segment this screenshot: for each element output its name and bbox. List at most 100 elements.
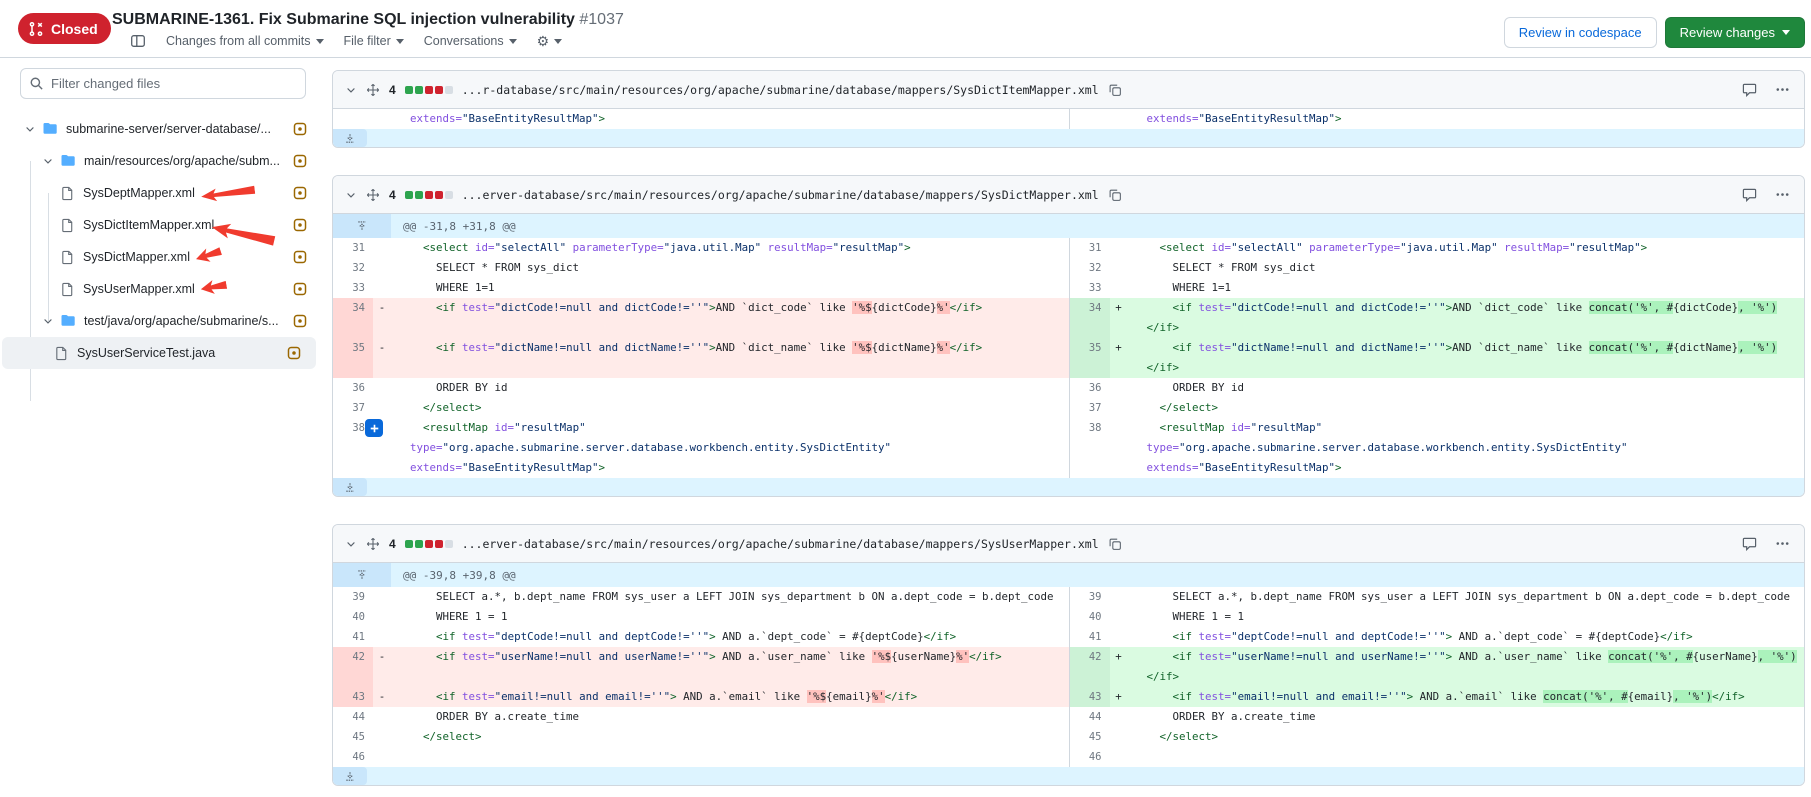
expand-down-button[interactable]	[333, 478, 367, 496]
expand-down-button[interactable]	[333, 767, 367, 785]
chevron-down-icon[interactable]	[42, 315, 54, 327]
line-number[interactable]: 33	[333, 278, 373, 298]
line-number[interactable]: 33	[1070, 278, 1110, 298]
line-number[interactable]: 39	[1070, 587, 1110, 607]
modified-file-icon	[293, 122, 307, 136]
file-filter-dropdown[interactable]: File filter	[344, 34, 404, 48]
line-number[interactable]: 45	[333, 727, 373, 747]
code-token: %'	[956, 650, 969, 663]
diff-row: 38 <resultMap id="resultMap" type="org.a…	[333, 418, 1804, 478]
diff-sign	[1110, 607, 1128, 627]
drag-handle-icon[interactable]	[366, 83, 380, 97]
collapse-file-chevron-icon[interactable]	[345, 189, 357, 201]
collapse-file-chevron-icon[interactable]	[345, 538, 357, 550]
kebab-menu-icon[interactable]	[1775, 536, 1790, 551]
line-number[interactable]: 37	[333, 398, 373, 418]
copy-path-icon[interactable]	[1108, 188, 1122, 202]
kebab-menu-icon[interactable]	[1775, 82, 1790, 97]
chevron-down-icon[interactable]	[42, 155, 54, 167]
add-comment-button[interactable]	[365, 419, 383, 437]
review-in-codespace-button[interactable]: Review in codespace	[1504, 17, 1657, 48]
code-token: <if	[1173, 690, 1193, 703]
code-token: "resultMap"	[833, 241, 905, 254]
code-token: AND a.`user_name` like	[1452, 650, 1608, 663]
line-number[interactable]	[1070, 109, 1110, 129]
diff-row: 35- <if test="dictName!=null and dictNam…	[333, 338, 1804, 378]
comment-icon[interactable]	[1742, 187, 1757, 202]
line-number[interactable]: 39	[333, 587, 373, 607]
filter-changed-files-input[interactable]	[20, 68, 306, 99]
tree-file-row[interactable]: SysUserMapper.xml	[0, 273, 322, 305]
code-token: AND a.`user_name` like	[716, 650, 872, 663]
code-line: WHERE 1 = 1	[391, 607, 1069, 627]
changes-from-dropdown[interactable]: Changes from all commits	[166, 34, 324, 48]
line-number[interactable]: 38	[1070, 418, 1110, 478]
expand-up-button[interactable]	[333, 563, 391, 587]
diff-row: 39 SELECT a.*, b.dept_name FROM sys_user…	[333, 587, 1804, 607]
code-token: , '%')	[1738, 341, 1777, 354]
kebab-menu-icon[interactable]	[1775, 187, 1790, 202]
line-number[interactable]: 42	[333, 647, 373, 687]
tree-file-row[interactable]: SysDictMapper.xml	[0, 241, 322, 273]
comment-icon[interactable]	[1742, 536, 1757, 551]
line-number[interactable]: 43	[1070, 687, 1110, 707]
line-number[interactable]: 41	[1070, 627, 1110, 647]
line-number[interactable]: 32	[1070, 258, 1110, 278]
line-number[interactable]: 32	[333, 258, 373, 278]
diff-sign	[1110, 398, 1128, 418]
line-number[interactable]: 31	[333, 238, 373, 258]
old-side: 32 SELECT * FROM sys_dict	[333, 258, 1069, 278]
code-token: parameterType=	[1309, 241, 1400, 254]
code-token	[1134, 730, 1160, 743]
code-token: id=	[1231, 421, 1251, 434]
line-number[interactable]: 40	[1070, 607, 1110, 627]
line-number[interactable]	[333, 109, 373, 129]
line-number[interactable]: 46	[333, 747, 373, 767]
review-changes-button[interactable]: Review changes	[1665, 17, 1805, 48]
line-number[interactable]: 46	[1070, 747, 1110, 767]
line-number[interactable]: 44	[1070, 707, 1110, 727]
chevron-down-icon[interactable]	[24, 123, 36, 135]
line-number[interactable]: 34	[1070, 298, 1110, 338]
line-number[interactable]: 36	[1070, 378, 1110, 398]
copy-path-icon[interactable]	[1108, 83, 1122, 97]
line-number[interactable]: 37	[1070, 398, 1110, 418]
drag-handle-icon[interactable]	[366, 188, 380, 202]
line-number[interactable]: 34	[333, 298, 373, 338]
pr-closed-icon	[28, 21, 44, 37]
line-number[interactable]: 45	[1070, 727, 1110, 747]
line-number[interactable]: 40	[333, 607, 373, 627]
conversations-dropdown[interactable]: Conversations	[424, 34, 517, 48]
line-number[interactable]: 36	[333, 378, 373, 398]
expand-up-button[interactable]	[333, 214, 391, 238]
diff-file-header: 4...erver-database/src/main/resources/or…	[333, 176, 1804, 214]
code-token	[1134, 690, 1173, 703]
tree-folder-row[interactable]: test/java/org/apache/submarine/s...	[0, 305, 322, 337]
line-number[interactable]: 44	[333, 707, 373, 727]
diff-settings-gear[interactable]: ⚙	[537, 34, 563, 48]
expand-up-icon	[356, 220, 368, 232]
collapse-file-chevron-icon[interactable]	[345, 84, 357, 96]
line-number[interactable]: 35	[333, 338, 373, 378]
line-number[interactable]: 35	[1070, 338, 1110, 378]
line-number[interactable]: 42	[1070, 647, 1110, 687]
drag-handle-icon[interactable]	[366, 537, 380, 551]
copy-path-icon[interactable]	[1108, 537, 1122, 551]
hunk-header-text: @@ -39,8 +39,8 @@	[391, 563, 516, 587]
tree-folder-row[interactable]: submarine-server/server-database/...	[0, 113, 322, 145]
line-number[interactable]: 43	[333, 687, 373, 707]
line-number[interactable]: 31	[1070, 238, 1110, 258]
code-token: extends=	[410, 112, 462, 125]
collapse-sidebar-icon[interactable]	[130, 33, 146, 49]
tree-file-row[interactable]: SysDictItemMapper.xml	[0, 209, 322, 241]
new-side: 33 WHERE 1=1	[1069, 278, 1805, 298]
tree-folder-row[interactable]: main/resources/org/apache/subm...	[0, 145, 322, 177]
expand-down-button[interactable]	[333, 129, 367, 147]
tree-item-label: test/java/org/apache/submarine/s...	[84, 314, 279, 328]
tree-file-row[interactable]: SysUserServiceTest.java	[2, 337, 316, 369]
tree-file-row[interactable]: SysDeptMapper.xml	[0, 177, 322, 209]
comment-icon[interactable]	[1742, 82, 1757, 97]
code-token: "resultMap"	[514, 421, 586, 434]
code-token: resultMap=	[768, 241, 833, 254]
line-number[interactable]: 41	[333, 627, 373, 647]
